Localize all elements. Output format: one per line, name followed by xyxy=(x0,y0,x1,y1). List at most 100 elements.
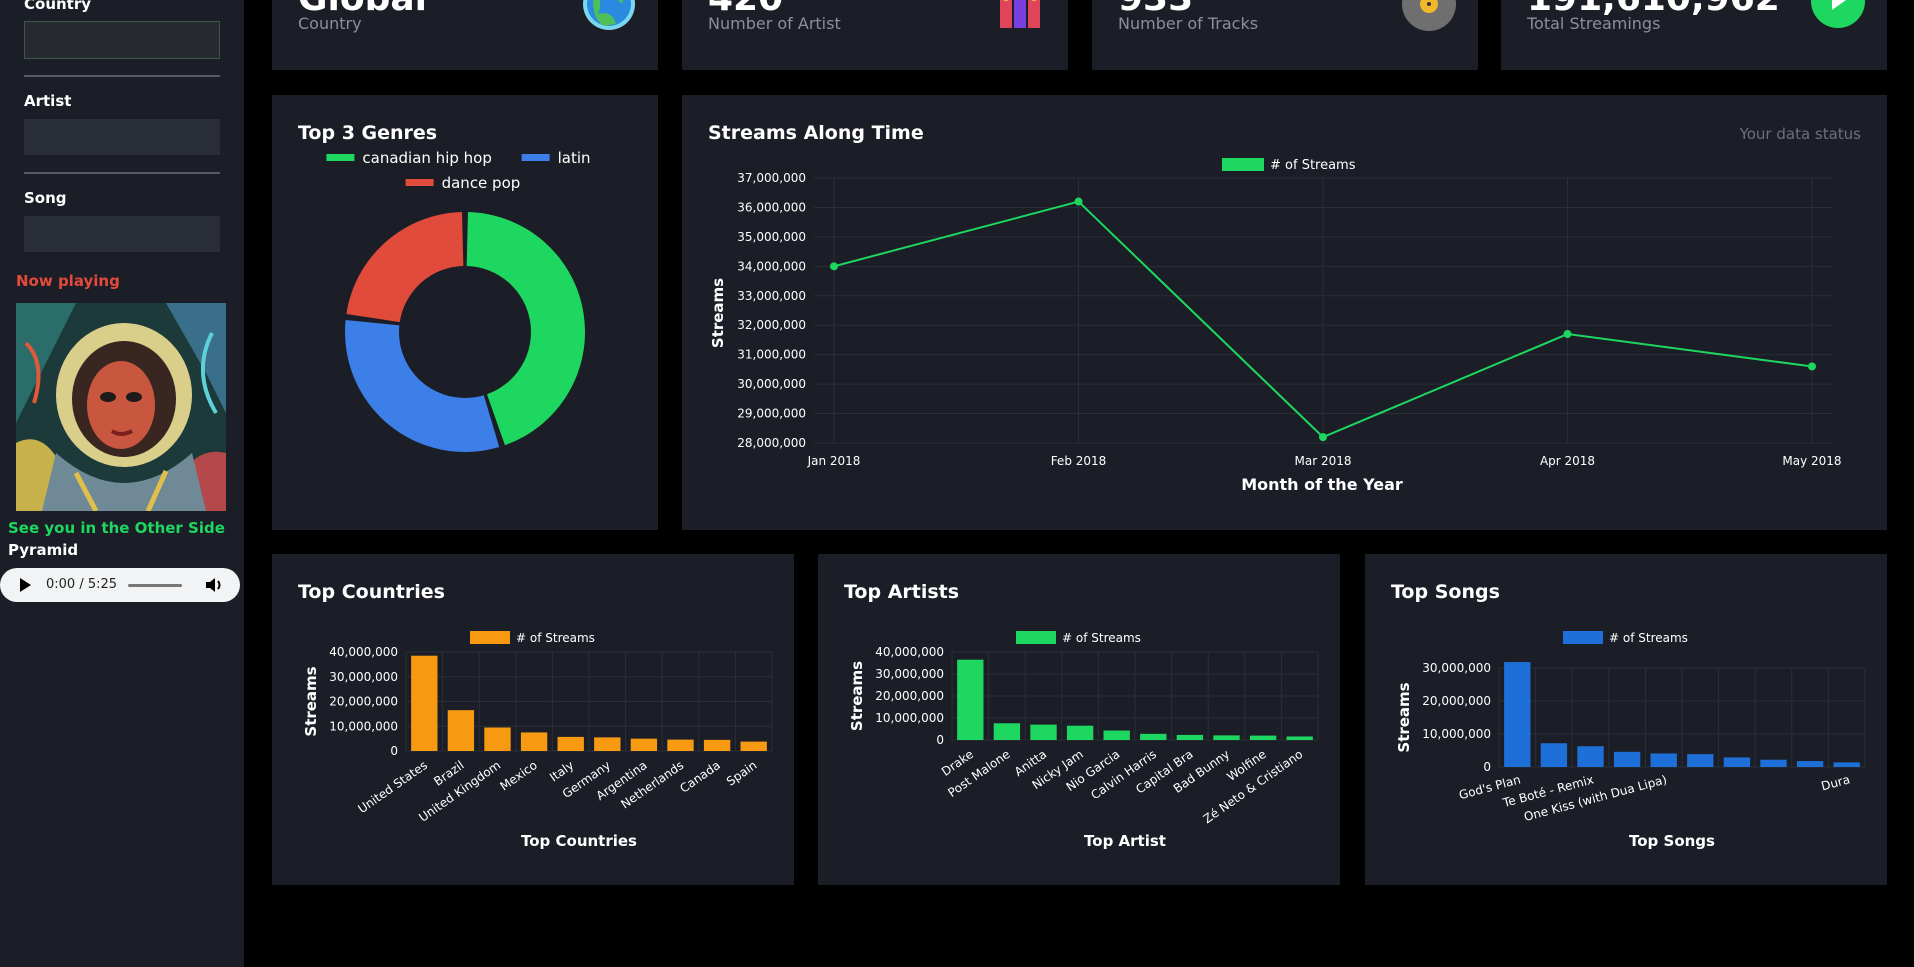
legend-label: # of Streams xyxy=(1062,631,1141,645)
legend-swatch xyxy=(1563,631,1603,644)
bar xyxy=(1103,730,1130,740)
globe-icon xyxy=(582,0,636,34)
y-tick-label: 29,000,000 xyxy=(737,407,806,421)
now-playing-artist: Pyramid xyxy=(8,541,79,559)
bar xyxy=(1140,733,1167,740)
bar xyxy=(484,727,511,751)
artist-group-icon xyxy=(992,0,1046,34)
bar xyxy=(1650,753,1677,767)
y-axis-title: Streams xyxy=(848,661,866,731)
x-tick-label: United States xyxy=(355,758,430,816)
legend-label: canadian hip hop xyxy=(362,149,491,167)
y-tick-label: 20,000,000 xyxy=(1422,694,1491,708)
legend-label: # of Streams xyxy=(516,631,595,645)
divider xyxy=(24,172,220,174)
bar xyxy=(1833,762,1860,767)
stat-card-streams: 191,610,962 Total Streamings xyxy=(1501,0,1887,70)
y-tick-label: 31,000,000 xyxy=(737,348,806,362)
top-songs-bar-chart: # of Streams 30,000,000 20,000,000 10,000,0… xyxy=(1395,631,1866,850)
y-tick-label: 0 xyxy=(390,744,398,758)
stat-card-artists: 420 Number of Artist xyxy=(682,0,1068,70)
bar xyxy=(1796,761,1824,767)
now-playing-heading: Now playing xyxy=(16,272,120,290)
bar xyxy=(957,659,984,740)
legend-swatch xyxy=(1016,631,1056,644)
bar xyxy=(667,739,694,751)
data-point xyxy=(1808,362,1816,371)
y-tick-label: 40,000,000 xyxy=(875,645,944,659)
y-tick-label: 0 xyxy=(1483,760,1491,774)
legend-label: # of Streams xyxy=(1270,158,1356,173)
stat-label: Country xyxy=(298,14,362,33)
bar xyxy=(1030,724,1057,740)
bar xyxy=(993,723,1021,740)
legend-swatch xyxy=(521,154,550,161)
y-tick-label: 30,000,000 xyxy=(875,667,944,681)
x-tick-label: Jan 2018 xyxy=(807,454,861,468)
bar xyxy=(1687,754,1714,767)
bar xyxy=(630,738,658,751)
play-icon[interactable] xyxy=(20,578,31,592)
bar xyxy=(1066,725,1094,740)
bar xyxy=(1613,751,1641,767)
x-tick-label: May 2018 xyxy=(1782,454,1841,468)
bar xyxy=(1540,743,1568,767)
artist-filter-label: Artist xyxy=(24,92,72,110)
player-time: 0:00 / 5:25 xyxy=(46,577,118,592)
bar xyxy=(411,655,438,751)
song-filter-label: Song xyxy=(24,189,67,207)
data-point xyxy=(830,262,838,271)
bar xyxy=(1760,759,1787,767)
bar xyxy=(1723,757,1751,767)
x-axis-title: Top Artist xyxy=(1084,832,1166,850)
y-tick-label: 32,000,000 xyxy=(737,318,806,332)
audio-player: 0:00 / 5:25 xyxy=(0,568,240,602)
y-tick-label: 30,000,000 xyxy=(737,377,806,391)
y-axis-title: Streams xyxy=(302,666,320,736)
y-tick-label: 20,000,000 xyxy=(875,689,944,703)
x-tick-label: Mar 2018 xyxy=(1295,454,1352,468)
divider xyxy=(24,75,220,77)
top-countries-bar-chart: # of Streams 40,000,000 30,000,000 20,000,0… xyxy=(302,631,773,850)
volume-icon[interactable] xyxy=(204,576,224,594)
x-tick-label: Mexico xyxy=(497,758,539,794)
legend-swatch xyxy=(326,154,355,161)
bar xyxy=(1213,735,1240,740)
streams-line-chart: # of Streams 37,000,000 36,000,000 35,000,0… xyxy=(709,158,1842,494)
country-filter-input[interactable] xyxy=(24,21,220,59)
bar xyxy=(1286,736,1313,740)
bar xyxy=(1504,662,1531,767)
y-tick-label: 10,000,000 xyxy=(875,711,944,725)
x-axis-title: Top Countries xyxy=(521,832,637,850)
now-playing-song: See you in the Other Side xyxy=(8,519,225,537)
vinyl-record-icon xyxy=(1402,0,1456,34)
y-tick-label: 28,000,000 xyxy=(737,436,806,450)
bar xyxy=(1249,735,1277,740)
x-tick-label: Feb 2018 xyxy=(1051,454,1107,468)
bar xyxy=(594,737,621,751)
artist-filter-input[interactable] xyxy=(24,119,220,155)
song-filter-input[interactable] xyxy=(24,216,220,252)
y-tick-label: 10,000,000 xyxy=(1422,727,1491,741)
y-tick-label: 33,000,000 xyxy=(737,289,806,303)
y-tick-label: 34,000,000 xyxy=(737,259,806,273)
y-tick-label: 35,000,000 xyxy=(737,230,806,244)
y-tick-label: 36,000,000 xyxy=(737,200,806,214)
stat-card-tracks: 933 Number of Tracks xyxy=(1092,0,1478,70)
legend-swatch xyxy=(470,631,510,644)
top-countries-card: Top Countries # of Streams 40,000,000 30,0… xyxy=(272,554,794,885)
bar xyxy=(740,741,767,751)
player-progress-bar[interactable] xyxy=(128,584,182,587)
y-tick-label: 20,000,000 xyxy=(329,695,398,709)
bar xyxy=(703,739,731,751)
country-filter-label: Country xyxy=(24,0,92,13)
y-tick-label: 10,000,000 xyxy=(329,719,398,733)
y-tick-label: 37,000,000 xyxy=(737,171,806,185)
stat-label: Number of Artist xyxy=(708,14,841,33)
top-artists-bar-chart: # of Streams 40,000,000 30,000,000 20,000,0… xyxy=(848,631,1319,850)
bar xyxy=(1577,746,1604,767)
doughnut-slice xyxy=(346,212,464,323)
doughnut-slice xyxy=(345,319,500,452)
album-cover xyxy=(16,303,226,511)
bar xyxy=(520,732,548,751)
